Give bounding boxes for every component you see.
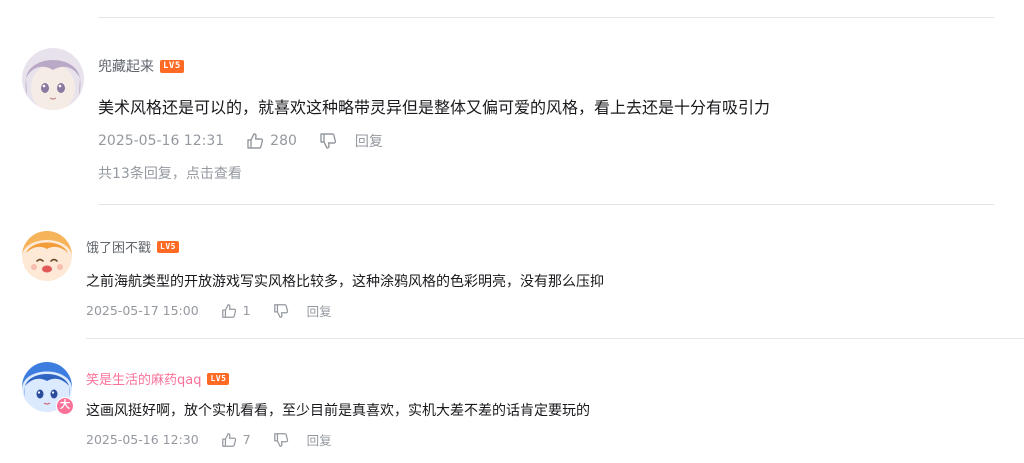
like-button[interactable]: 1 xyxy=(221,303,251,319)
avatar[interactable] xyxy=(22,48,84,110)
view-replies-link[interactable]: 共13条回复，点击查看 xyxy=(98,163,242,183)
comment-item: 兜藏起来 LV5 美术风格还是可以的，就喜欢这种略带灵异但是整体又偏可爱的风格，… xyxy=(0,0,1024,205)
like-count: 280 xyxy=(270,133,297,149)
comment-meta: 2025-05-16 12:30 7 回复 xyxy=(86,430,332,449)
reply-button[interactable]: 回复 xyxy=(355,131,383,151)
thumb-up-icon xyxy=(221,432,237,448)
like-count: 1 xyxy=(242,303,251,318)
avatar[interactable] xyxy=(22,231,72,281)
username-row: 笑是生活的麻药qaq LV5 xyxy=(86,369,230,388)
level-badge: LV5 xyxy=(207,372,230,385)
username[interactable]: 饿了困不戳 xyxy=(86,237,151,256)
reply-button[interactable]: 回复 xyxy=(307,430,332,449)
username[interactable]: 兜藏起来 xyxy=(98,56,154,76)
dislike-button[interactable] xyxy=(273,303,289,319)
comment-text: 之前海航类型的开放游戏写实风格比较多，这种涂鸦风格的色彩明亮，没有那么压抑 xyxy=(86,274,604,290)
username-row: 饿了困不戳 LV5 xyxy=(86,237,179,256)
thumb-down-icon xyxy=(273,303,289,319)
vip-badge-icon: 大 xyxy=(56,397,74,415)
thumb-down-icon xyxy=(273,432,289,448)
comment-item: 大 笑是生活的麻药qaq LV5 这画风挺好啊，放个实机看看，至少目前是真喜欢，… xyxy=(0,339,1024,463)
thumb-up-icon xyxy=(246,132,264,150)
level-badge: LV5 xyxy=(157,240,179,253)
thumb-up-icon xyxy=(221,303,237,319)
reply-button[interactable]: 回复 xyxy=(307,301,332,320)
comment-time: 2025-05-16 12:31 xyxy=(98,133,225,149)
comment-meta: 2025-05-17 15:00 1 回复 xyxy=(86,301,332,320)
comment-meta: 2025-05-16 12:31 280 回复 xyxy=(98,131,383,151)
username[interactable]: 笑是生活的麻药qaq xyxy=(86,369,201,388)
comment-item: 饿了困不戳 LV5 之前海航类型的开放游戏写实风格比较多，这种涂鸦风格的色彩明亮… xyxy=(0,205,1024,338)
thumb-down-icon xyxy=(319,132,337,150)
like-button[interactable]: 280 xyxy=(246,132,297,150)
like-button[interactable]: 7 xyxy=(221,432,251,448)
comment-time: 2025-05-17 15:00 xyxy=(86,303,199,318)
comment-text: 这画风挺好啊，放个实机看看，至少目前是真喜欢，实机大差不差的话肯定要玩的 xyxy=(86,403,590,419)
level-badge: LV5 xyxy=(160,59,184,73)
like-count: 7 xyxy=(242,432,251,447)
dislike-button[interactable] xyxy=(319,132,337,150)
dislike-button[interactable] xyxy=(273,432,289,448)
comment-text: 美术风格还是可以的，就喜欢这种略带灵异但是整体又偏可爱的风格，看上去还是十分有吸… xyxy=(98,98,771,117)
comment-time: 2025-05-16 12:30 xyxy=(86,432,199,447)
username-row: 兜藏起来 LV5 xyxy=(98,56,184,76)
